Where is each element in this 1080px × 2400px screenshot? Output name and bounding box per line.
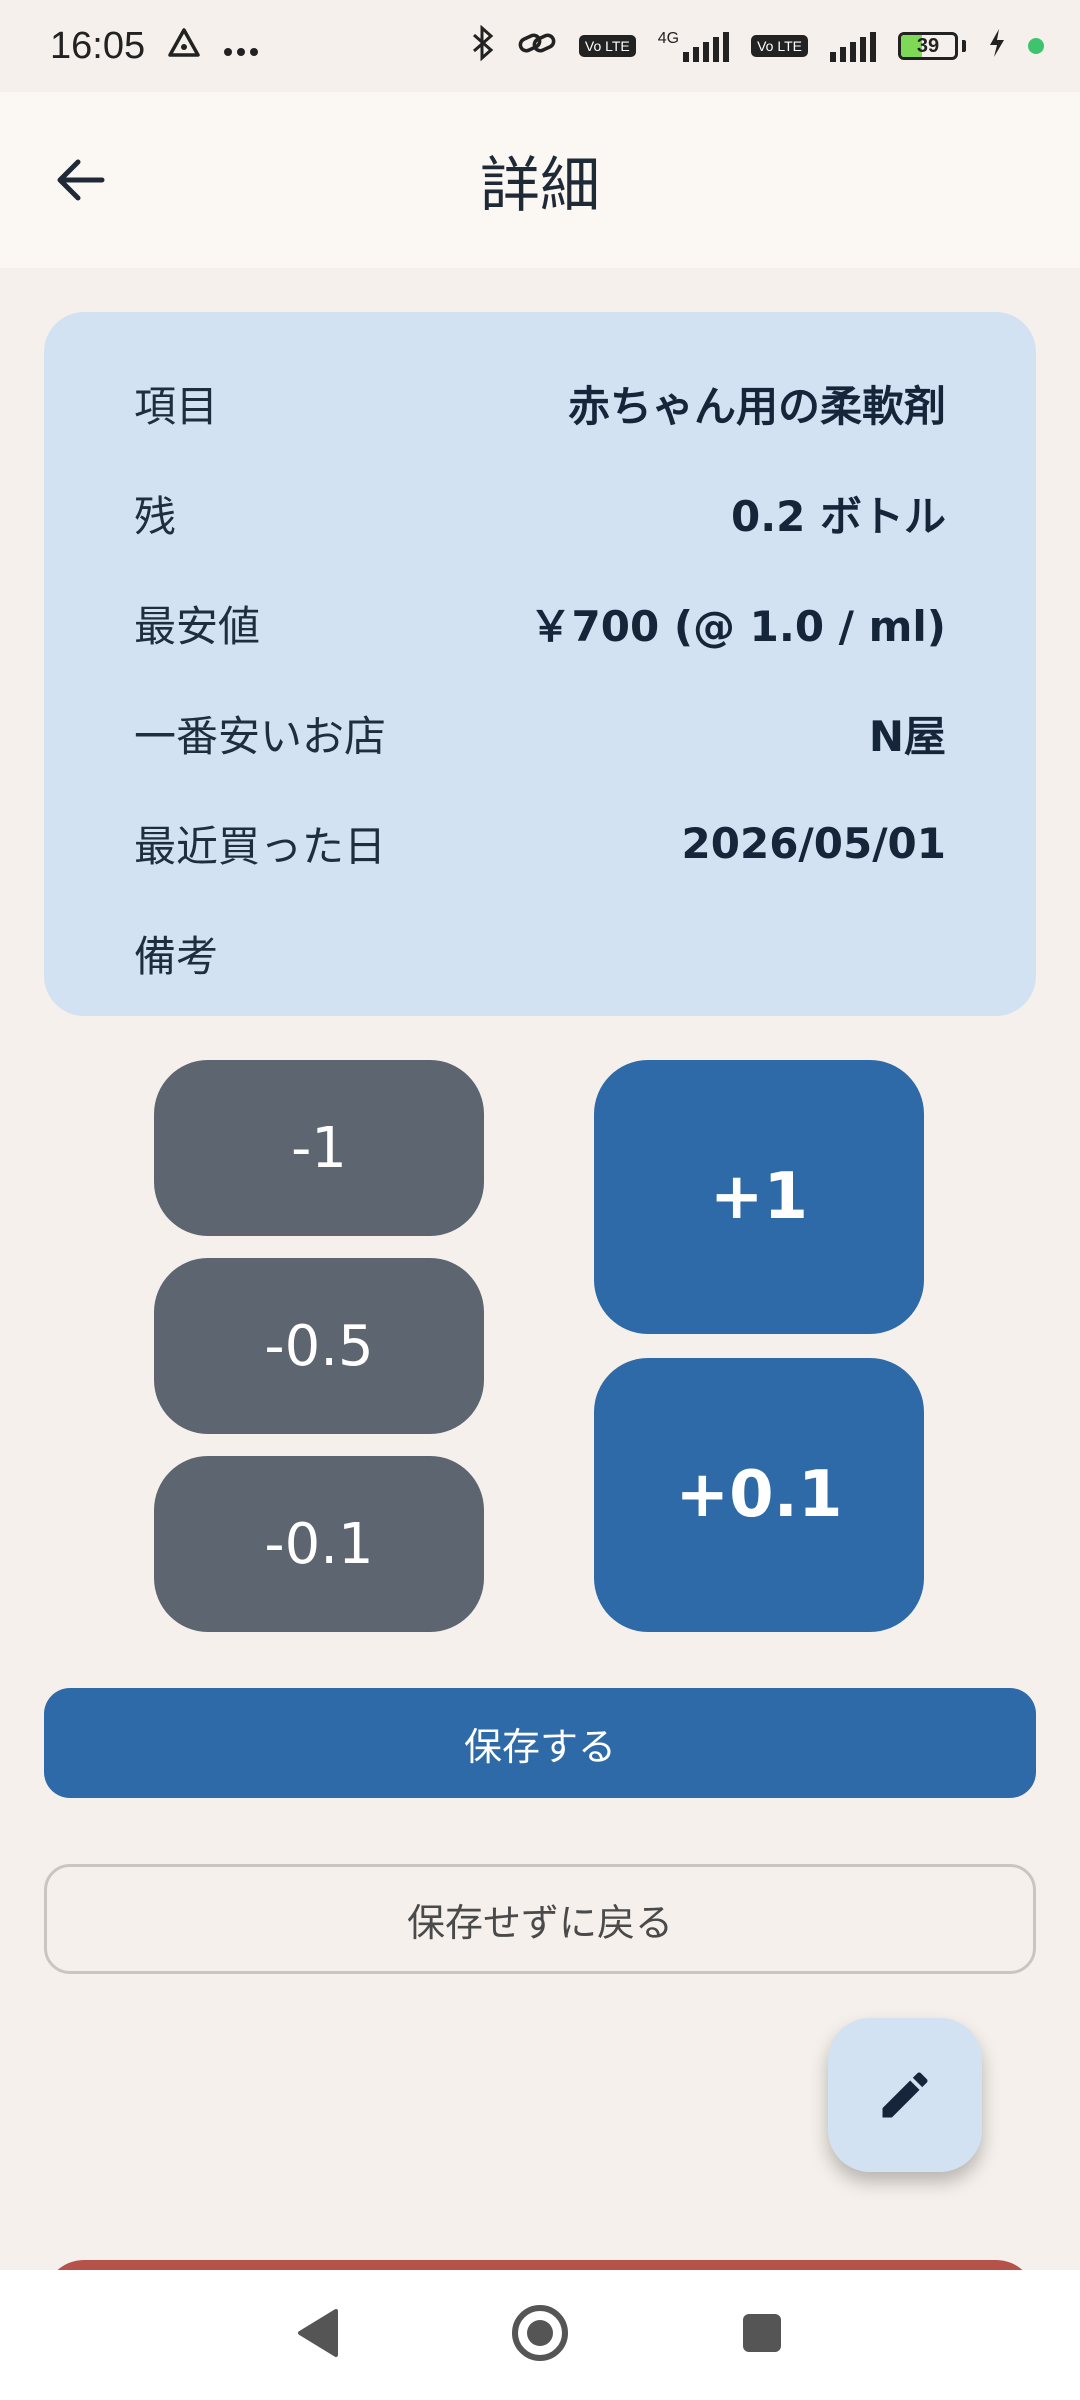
cheapest-store-value: N屋 xyxy=(868,711,946,761)
battery-level: 39 xyxy=(916,34,940,57)
save-button[interactable]: 保存する xyxy=(44,1688,1036,1798)
privacy-indicator-dot xyxy=(1028,38,1044,54)
increment-1-button[interactable]: +1 xyxy=(594,1060,924,1334)
arrow-left-icon xyxy=(57,159,105,201)
triangle-alert-icon xyxy=(167,27,201,65)
lowest-price-value: ￥700 (@ 1.0 / ml) xyxy=(529,601,946,651)
system-nav-bar xyxy=(0,2270,1080,2400)
detail-row-lowest-price: 最安値 ￥700 (@ 1.0 / ml) xyxy=(134,568,946,678)
cheapest-store-label: 一番安いお店 xyxy=(134,711,387,761)
status-bar: 16:05 Vo LTE 4G Vo LTE 39 xyxy=(0,0,1080,92)
more-dots-icon xyxy=(223,29,259,63)
remaining-label: 残 xyxy=(134,491,177,541)
notes-label: 備考 xyxy=(134,931,219,981)
pencil-icon xyxy=(882,2072,928,2118)
nav-recents-icon[interactable] xyxy=(740,2311,784,2359)
detail-row-item: 項目 赤ちゃん用の柔軟剤 xyxy=(134,348,946,458)
decrement-0-1-button[interactable]: -0.1 xyxy=(154,1456,484,1632)
lowest-price-label: 最安値 xyxy=(134,601,261,651)
status-time: 16:05 xyxy=(50,24,146,67)
discard-and-back-button[interactable]: 保存せずに戻る xyxy=(44,1864,1036,1974)
item-value: 赤ちゃん用の柔軟剤 xyxy=(567,381,946,431)
signal-icon xyxy=(683,30,730,62)
item-label: 項目 xyxy=(134,381,219,431)
decrement-0-5-button[interactable]: -0.5 xyxy=(154,1258,484,1434)
edit-fab[interactable] xyxy=(828,2018,982,2172)
last-purchased-value: 2026/05/01 xyxy=(681,818,946,868)
battery-icon: 39 xyxy=(898,32,966,60)
detail-row-remaining: 残 0.2 ボトル xyxy=(134,458,946,568)
increment-0-1-button[interactable]: +0.1 xyxy=(594,1358,924,1632)
network-type: 4G xyxy=(657,30,680,47)
nav-back-icon[interactable] xyxy=(296,2307,340,2363)
detail-row-last-purchased: 最近買った日 2026/05/01 xyxy=(134,788,946,898)
link-icon xyxy=(517,28,557,64)
volte-badge: Vo LTE xyxy=(578,35,636,57)
app-bar: 詳細 xyxy=(0,92,1080,268)
remaining-value: 0.2 ボトル xyxy=(730,491,946,541)
nav-home-icon[interactable] xyxy=(510,2303,570,2367)
decrement-1-button[interactable]: -1 xyxy=(154,1060,484,1236)
back-button[interactable] xyxy=(40,140,120,220)
detail-row-cheapest-store: 一番安いお店 N屋 xyxy=(134,678,946,788)
signal-icon-2 xyxy=(830,30,876,62)
charging-bolt-icon xyxy=(988,28,1006,64)
volte-badge-2: Vo LTE xyxy=(751,35,808,57)
page-title: 詳細 xyxy=(480,150,600,221)
detail-row-notes: 備考 xyxy=(134,898,946,1008)
last-purchased-label: 最近買った日 xyxy=(134,821,387,871)
bluetooth-icon xyxy=(471,24,495,67)
detail-card: 項目 赤ちゃん用の柔軟剤 残 0.2 ボトル 最安値 ￥700 (@ 1.0 /… xyxy=(44,312,1036,1016)
